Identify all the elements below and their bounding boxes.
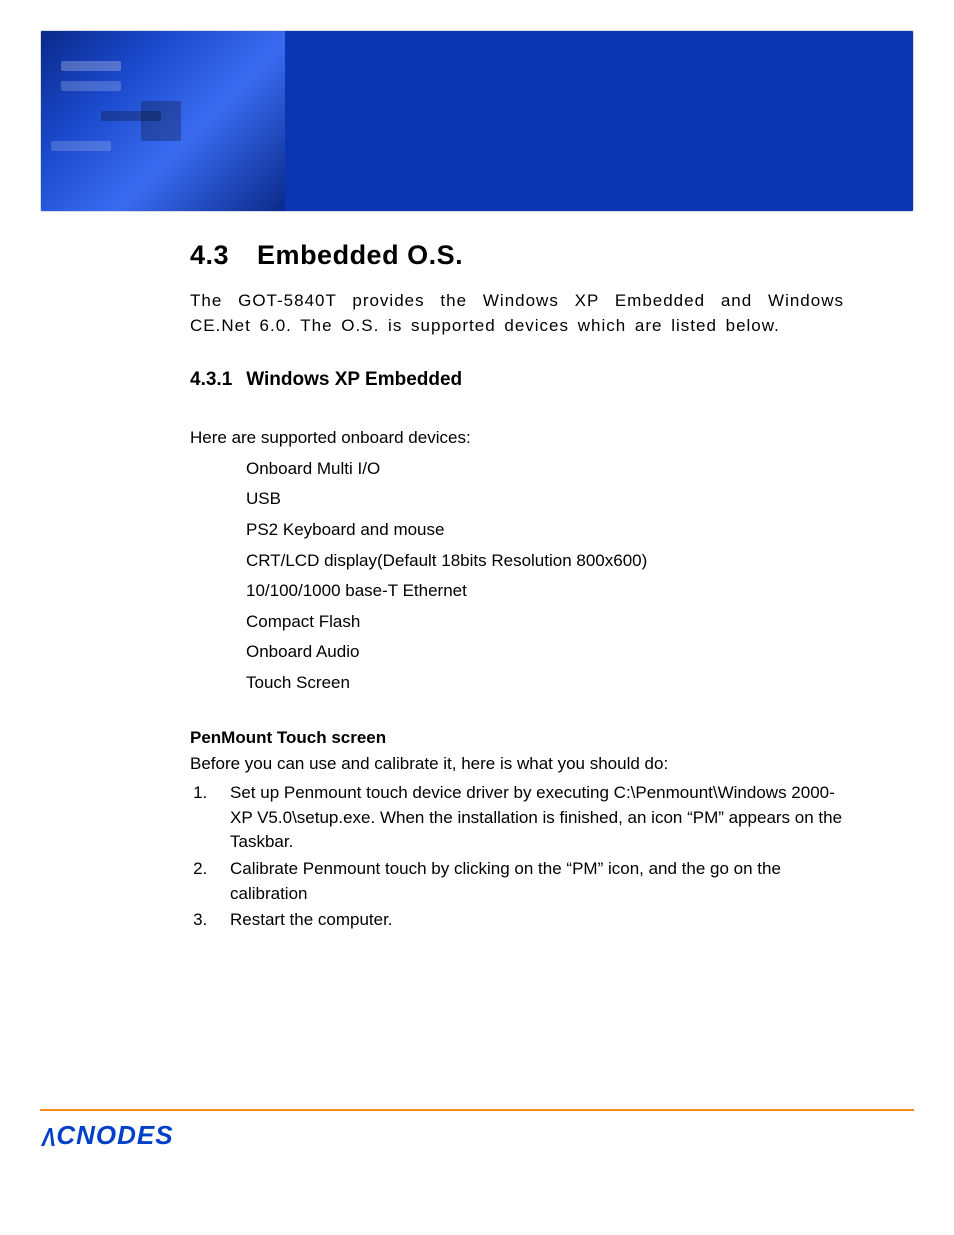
banner-circuit-art <box>41 31 285 211</box>
header-banner <box>40 30 914 212</box>
content-area: 4.3 Embedded O.S. The GOT-5840T provides … <box>40 236 914 933</box>
device-list: Onboard Multi I/O USB PS2 Keyboard and m… <box>190 457 844 696</box>
list-item: Calibrate Penmount touch by clicking on … <box>212 857 844 906</box>
list-item: Set up Penmount touch device driver by e… <box>212 781 844 855</box>
section-intro: The GOT-5840T provides the Windows XP Em… <box>190 289 844 338</box>
list-item: Onboard Multi I/O <box>246 457 844 482</box>
list-item: 10/100/1000 base-T Ethernet <box>246 579 844 604</box>
subsection-title: Windows XP Embedded <box>246 369 462 390</box>
section-title: Embedded O.S. <box>257 240 463 270</box>
list-item: PS2 Keyboard and mouse <box>246 518 844 543</box>
list-item: Restart the computer. <box>212 908 844 933</box>
penmount-before: Before you can use and calibrate it, her… <box>190 752 844 777</box>
section-number: 4.3 <box>190 236 229 275</box>
brand-logo: ΛCNODES <box>40 1117 914 1155</box>
page: 4.3 Embedded O.S. The GOT-5840T provides … <box>0 0 954 1235</box>
subsection-heading: 4.3.1 Windows XP Embedded <box>190 366 844 394</box>
list-item: Compact Flash <box>246 610 844 635</box>
list-item: USB <box>246 487 844 512</box>
penmount-steps: Set up Penmount touch device driver by e… <box>190 781 844 933</box>
list-item: Onboard Audio <box>246 640 844 665</box>
penmount-heading: PenMount Touch screen <box>190 726 844 751</box>
subsection-number: 4.3.1 <box>190 366 232 394</box>
page-footer: ΛCNODES <box>40 1109 914 1155</box>
list-item: Touch Screen <box>246 671 844 696</box>
footer-rule <box>40 1109 914 1111</box>
section-heading: 4.3 Embedded O.S. <box>190 236 844 275</box>
list-item: CRT/LCD display(Default 18bits Resolutio… <box>246 549 844 574</box>
brand-name: CNODES <box>56 1120 173 1150</box>
logo-caret-icon: Λ <box>42 1119 57 1157</box>
devices-lead: Here are supported onboard devices: <box>190 426 844 451</box>
banner-solid <box>285 31 913 211</box>
